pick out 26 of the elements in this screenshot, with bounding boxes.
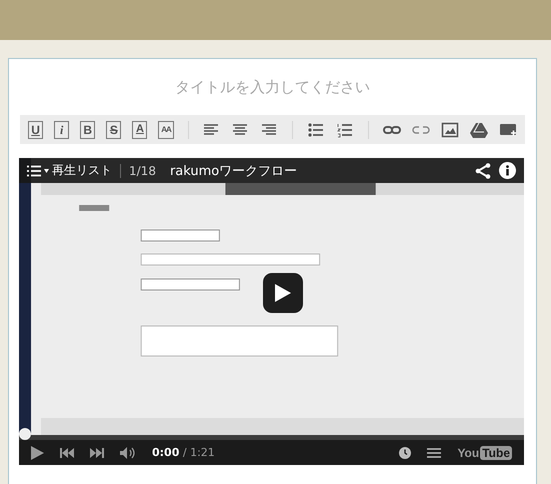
playlist-position: 1/18 <box>120 164 156 178</box>
font-size-button[interactable]: AA <box>158 120 174 138</box>
next-icon[interactable] <box>90 448 104 458</box>
bullet-list-button[interactable] <box>307 120 326 138</box>
play-button[interactable] <box>263 273 303 313</box>
share-icon[interactable] <box>475 162 491 178</box>
image-button[interactable] <box>441 120 459 138</box>
video-title[interactable]: rakumoワークフロー <box>170 162 298 180</box>
menu-icon <box>27 164 41 176</box>
drive-button[interactable] <box>470 120 488 138</box>
time-display: 0:00 / 1:21 <box>152 446 215 459</box>
underline-button[interactable]: U <box>28 120 44 138</box>
progress-bar[interactable] <box>19 428 524 440</box>
caret-icon <box>44 168 49 172</box>
playlist-button[interactable]: 再生リスト <box>27 162 112 179</box>
volume-icon[interactable] <box>120 446 136 458</box>
strike-button[interactable]: S <box>106 120 122 138</box>
info-icon[interactable] <box>499 162 516 179</box>
clock-icon[interactable] <box>399 446 412 458</box>
previous-icon[interactable] <box>60 448 74 458</box>
play-icon <box>275 284 291 302</box>
italic-button[interactable]: i <box>54 120 70 138</box>
list-icon[interactable] <box>427 448 442 458</box>
font-color-button[interactable]: A <box>132 120 148 138</box>
play-icon[interactable] <box>31 446 44 460</box>
bold-button[interactable]: B <box>80 120 96 138</box>
